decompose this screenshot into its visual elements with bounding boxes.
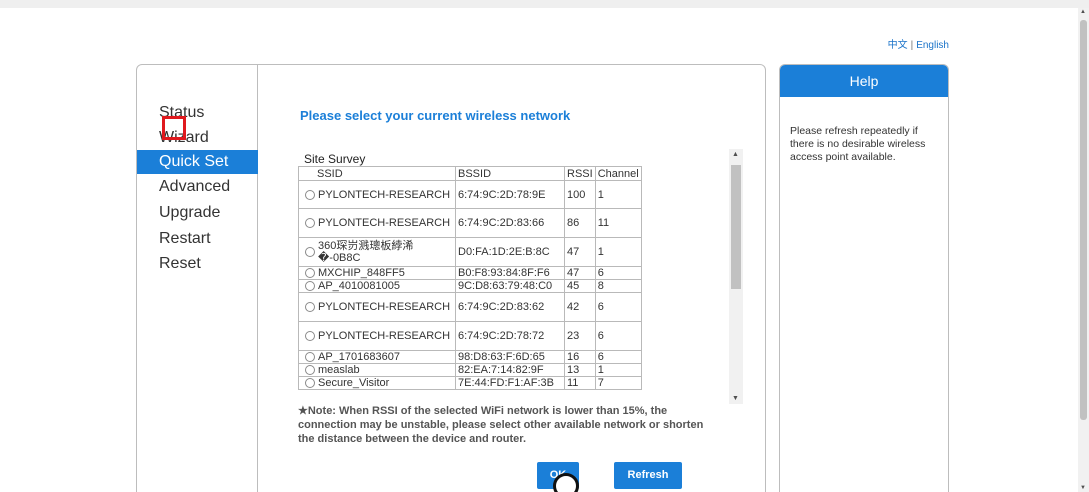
network-radio[interactable] <box>305 302 315 312</box>
ssid-cell: AP_1701683607 <box>318 351 400 363</box>
rssi-cell: 11 <box>564 376 596 390</box>
network-radio[interactable] <box>305 218 315 228</box>
ssid-cell: Secure_Visitor <box>318 377 390 389</box>
network-radio[interactable] <box>305 365 315 375</box>
channel-cell: 1 <box>594 237 642 267</box>
network-radio[interactable] <box>305 268 315 278</box>
sidebar-nav: Status Wizard Quick Set Advanced Upgrade… <box>137 65 258 492</box>
sidebar-item-restart[interactable]: Restart <box>137 227 258 251</box>
table-row[interactable]: AP_4010081005 9C:D8:63:79:48:C0 45 8 <box>298 279 642 293</box>
rssi-cell: 42 <box>564 292 596 322</box>
refresh-button[interactable]: Refresh <box>614 462 682 489</box>
table-row[interactable]: AP_1701683607 98:D8:63:F:6D:65 16 6 <box>298 350 642 364</box>
bssid-cell: 6:74:9C:2D:83:66 <box>455 208 565 238</box>
table-row[interactable]: PYLONTECH-RESEARCH 6:74:9C:2D:83:66 86 1… <box>298 208 642 238</box>
selection-highlight-box <box>162 116 186 140</box>
table-row[interactable]: PYLONTECH-RESEARCH 6:74:9C:2D:83:62 42 6 <box>298 292 642 322</box>
table-row[interactable]: 360琛岃溅璁板綍浠�-0B8C D0:FA:1D:2E:B:8C 47 1 <box>298 237 642 267</box>
network-radio[interactable] <box>305 247 315 257</box>
sidebar-item-wizard[interactable]: Wizard <box>137 126 258 150</box>
rssi-cell: 47 <box>564 266 596 280</box>
scroll-down-arrow-icon[interactable]: ▼ <box>732 395 739 402</box>
rssi-cell: 86 <box>564 208 596 238</box>
site-survey-table-container[interactable]: SSID BSSID RSSI Channel PYLONTECH-RESEAR… <box>298 166 644 401</box>
language-switch: 中文 | English <box>888 36 949 51</box>
table-row[interactable]: PYLONTECH-RESEARCH 6:74:9C:2D:78:72 23 6 <box>298 321 642 351</box>
column-header-channel: Channel <box>594 166 642 181</box>
rssi-cell: 23 <box>564 321 596 351</box>
network-radio[interactable] <box>305 331 315 341</box>
table-header-row: SSID BSSID RSSI Channel <box>298 166 642 181</box>
bssid-cell: 6:74:9C:2D:78:72 <box>455 321 565 351</box>
bssid-cell: D0:FA:1D:2E:B:8C <box>455 237 565 267</box>
network-radio[interactable] <box>305 352 315 362</box>
ssid-cell: 360琛岃溅璁板綍浠�-0B8C <box>318 240 414 264</box>
page-title: Please select your current wireless netw… <box>300 108 571 123</box>
rssi-cell: 45 <box>564 279 596 293</box>
ssid-cell: PYLONTECH-RESEARCH <box>318 301 451 313</box>
table-row[interactable]: Secure_Visitor 7E:44:FD:F1:AF:3B 11 7 <box>298 376 642 390</box>
rssi-cell: 13 <box>564 363 596 377</box>
column-header-ssid: SSID <box>298 166 456 181</box>
page-scrollbar[interactable]: ▲ ▼ <box>1078 8 1089 492</box>
sidebar-item-quick-set[interactable]: Quick Set <box>137 150 258 174</box>
bssid-cell: 9C:D8:63:79:48:C0 <box>455 279 565 293</box>
network-radio[interactable] <box>305 189 315 200</box>
sidebar-item-reset[interactable]: Reset <box>137 252 258 276</box>
network-radio[interactable] <box>305 378 315 388</box>
channel-cell: 1 <box>594 180 642 209</box>
table-scrollbar[interactable]: ▲ ▼ <box>729 149 743 404</box>
scroll-up-arrow-icon[interactable]: ▲ <box>732 151 739 158</box>
lang-english-link[interactable]: English <box>916 40 949 51</box>
ssid-cell: PYLONTECH-RESEARCH <box>318 217 451 229</box>
channel-cell: 6 <box>594 350 642 364</box>
table-scroll-thumb[interactable] <box>731 165 741 289</box>
ssid-cell: MXCHIP_848FF5 <box>318 267 405 279</box>
page-scroll-down-icon[interactable]: ▼ <box>1080 485 1086 491</box>
channel-cell: 7 <box>594 376 642 390</box>
lang-separator: | <box>910 40 914 51</box>
mouse-cursor-icon <box>553 473 579 492</box>
channel-cell: 11 <box>594 208 642 238</box>
rssi-note: ★Note: When RSSI of the selected WiFi ne… <box>298 405 704 445</box>
ssid-cell: PYLONTECH-RESEARCH <box>318 330 451 342</box>
rssi-cell: 47 <box>564 237 596 267</box>
site-survey-label: Site Survey <box>304 152 366 166</box>
bssid-cell: 82:EA:7:14:82:9F <box>455 363 565 377</box>
channel-cell: 6 <box>594 292 642 322</box>
bssid-cell: 6:74:9C:2D:78:9E <box>455 180 565 209</box>
ssid-cell: measlab <box>318 364 360 376</box>
ssid-cell: PYLONTECH-RESEARCH <box>318 188 451 201</box>
channel-cell: 8 <box>594 279 642 293</box>
rssi-cell: 100 <box>564 180 596 209</box>
bssid-cell: B0:F8:93:84:8F:F6 <box>455 266 565 280</box>
help-text: Please refresh repeatedly if there is no… <box>790 125 926 163</box>
network-radio[interactable] <box>305 281 315 291</box>
page-scroll-up-icon[interactable]: ▲ <box>1080 9 1086 15</box>
table-row[interactable]: measlab 82:EA:7:14:82:9F 13 1 <box>298 363 642 377</box>
lang-chinese-link[interactable]: 中文 <box>888 40 908 51</box>
help-title: Help <box>780 65 948 97</box>
sidebar-item-advanced[interactable]: Advanced <box>137 175 258 199</box>
site-survey-table: SSID BSSID RSSI Channel PYLONTECH-RESEAR… <box>298 166 642 390</box>
page-scroll-thumb[interactable] <box>1080 20 1087 420</box>
channel-cell: 1 <box>594 363 642 377</box>
rssi-cell: 16 <box>564 350 596 364</box>
column-header-bssid: BSSID <box>455 166 565 181</box>
bssid-cell: 7E:44:FD:F1:AF:3B <box>455 376 565 390</box>
help-panel: Help Please refresh repeatedly if there … <box>779 64 949 492</box>
main-panel: Status Wizard Quick Set Advanced Upgrade… <box>136 64 766 492</box>
column-header-rssi: RSSI <box>564 166 596 181</box>
bssid-cell: 6:74:9C:2D:83:62 <box>455 292 565 322</box>
table-row[interactable]: PYLONTECH-RESEARCH 6:74:9C:2D:78:9E 100 … <box>298 180 642 209</box>
sidebar-item-status[interactable]: Status <box>137 101 258 125</box>
ssid-cell: AP_4010081005 <box>318 280 400 292</box>
table-row[interactable]: MXCHIP_848FF5 B0:F8:93:84:8F:F6 47 6 <box>298 266 642 280</box>
channel-cell: 6 <box>594 266 642 280</box>
channel-cell: 6 <box>594 321 642 351</box>
sidebar-item-upgrade[interactable]: Upgrade <box>137 201 258 225</box>
bssid-cell: 98:D8:63:F:6D:65 <box>455 350 565 364</box>
